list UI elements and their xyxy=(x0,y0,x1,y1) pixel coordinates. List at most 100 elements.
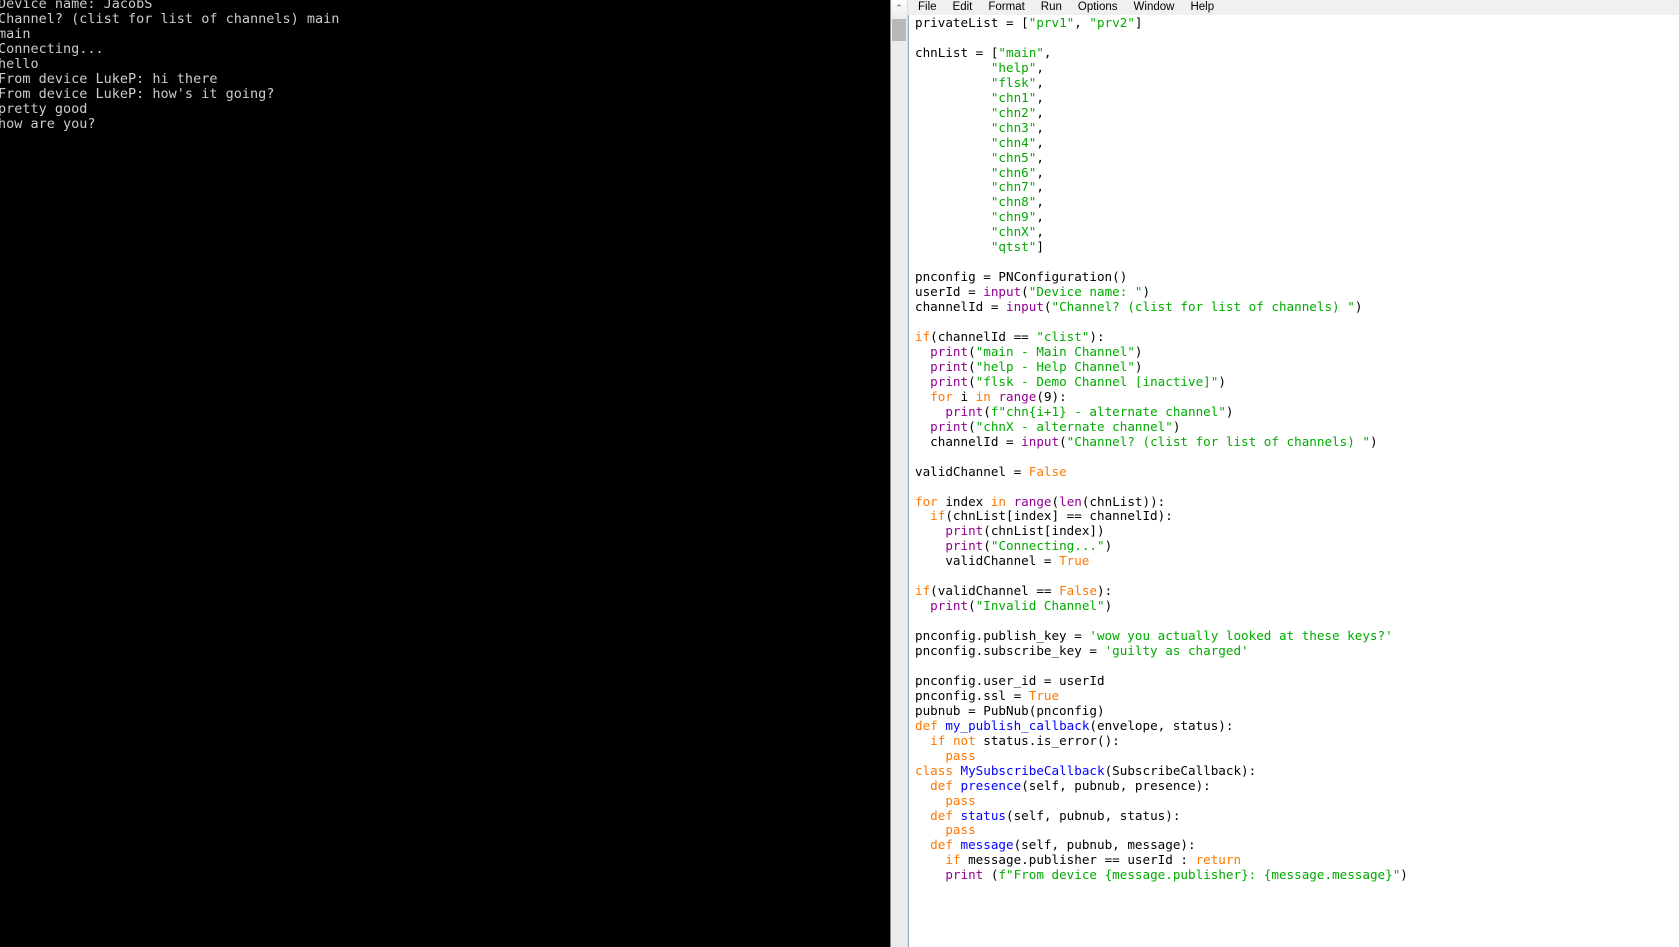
code-line xyxy=(915,480,1408,495)
code-token-keyword: in xyxy=(976,389,991,404)
code-token-string: "help" xyxy=(991,60,1037,75)
code-token-plain: pnconfig.user_id = userId xyxy=(915,673,1105,688)
code-token-plain: , xyxy=(1036,165,1044,180)
code-token-string: "qtst" xyxy=(991,239,1037,254)
code-line: "chnX", xyxy=(915,225,1408,240)
code-token-plain xyxy=(915,852,945,867)
code-token-plain xyxy=(915,374,930,389)
code-token-plain: ) xyxy=(1226,404,1234,419)
menu-item-help[interactable]: Help xyxy=(1182,0,1222,15)
code-token-plain xyxy=(953,778,961,793)
code-token-keyword: True xyxy=(1059,553,1089,568)
code-line: pnconfig.user_id = userId xyxy=(915,674,1408,689)
code-line: if message.publisher == userId : return xyxy=(915,853,1408,868)
code-token-string: "chn7" xyxy=(991,179,1037,194)
code-token-plain xyxy=(915,822,945,837)
code-line: print("chnX - alternate channel") xyxy=(915,420,1408,435)
code-token-builtin: input xyxy=(983,284,1021,299)
python-console-window[interactable]: Device name: JacobSChannel? (clist for l… xyxy=(0,0,890,947)
menu-item-edit[interactable]: Edit xyxy=(945,0,981,15)
menu-item-format[interactable]: Format xyxy=(980,0,1032,15)
code-token-plain: ( xyxy=(1044,299,1052,314)
code-token-plain: , xyxy=(1036,179,1044,194)
code-token-keyword: return xyxy=(1196,852,1242,867)
console-line: how are you? xyxy=(0,117,339,132)
code-token-plain xyxy=(953,808,961,823)
code-token-string: "Invalid Channel" xyxy=(976,598,1105,613)
code-line: if(chnList[index] == channelId): xyxy=(915,509,1408,524)
code-line xyxy=(915,255,1408,270)
code-token-plain: ( xyxy=(1059,434,1067,449)
scrollbar-track[interactable] xyxy=(891,17,907,947)
scroll-up-arrow-icon[interactable]: ⌃ xyxy=(891,0,907,17)
code-token-plain: ( xyxy=(983,867,998,882)
code-token-plain: ) xyxy=(1105,598,1113,613)
code-token-string: "flsk - Demo Channel [inactive]" xyxy=(976,374,1219,389)
code-token-builtin: print xyxy=(930,419,968,434)
code-token-plain: ) xyxy=(1135,344,1143,359)
code-token-string: "chn8" xyxy=(991,194,1037,209)
code-line xyxy=(915,569,1408,584)
code-token-keyword: if xyxy=(945,852,960,867)
code-token-plain: pnconfig = PNConfiguration() xyxy=(915,269,1127,284)
code-token-plain: ) xyxy=(1143,284,1151,299)
scrollbar-thumb[interactable] xyxy=(892,19,906,41)
code-token-keyword: pass xyxy=(945,793,975,808)
code-token-plain: ( xyxy=(1052,494,1060,509)
code-token-plain xyxy=(953,837,961,852)
code-token-definition: message xyxy=(961,837,1014,852)
menu-item-run[interactable]: Run xyxy=(1033,0,1070,15)
code-token-plain xyxy=(915,404,945,419)
code-token-plain: (self, pubnub, status): xyxy=(1006,808,1180,823)
code-token-string: f"chn{i+1} - alternate channel" xyxy=(991,404,1226,419)
console-output-text: Device name: JacobSChannel? (clist for l… xyxy=(0,0,339,146)
code-token-string: "chn6" xyxy=(991,165,1037,180)
code-token-string: "Connecting..." xyxy=(991,538,1105,553)
menu-item-options[interactable]: Options xyxy=(1070,0,1126,15)
code-line: "chn8", xyxy=(915,195,1408,210)
code-token-plain: ] xyxy=(1036,239,1044,254)
python-idle-editor-window[interactable]: ⌃ FileEditFormatRunOptionsWindowHelp pri… xyxy=(890,0,1679,947)
code-token-plain: ) xyxy=(1135,359,1143,374)
code-token-plain: ): xyxy=(1097,583,1112,598)
code-line: "chn4", xyxy=(915,136,1408,151)
code-line: print("help - Help Channel") xyxy=(915,360,1408,375)
code-token-builtin: print xyxy=(930,359,968,374)
menu-item-file[interactable]: File xyxy=(910,0,945,15)
code-token-plain xyxy=(915,60,991,75)
code-token-string: "chnX - alternate channel" xyxy=(976,419,1173,434)
code-token-keyword: False xyxy=(1029,464,1067,479)
code-token-plain xyxy=(915,179,991,194)
code-token-keyword: def xyxy=(915,718,938,733)
code-token-builtin: print xyxy=(945,523,983,538)
code-token-string: "chn1" xyxy=(991,90,1037,105)
code-token-keyword: False xyxy=(1059,583,1097,598)
code-line: print("Connecting...") xyxy=(915,539,1408,554)
code-line: print("Invalid Channel") xyxy=(915,599,1408,614)
code-line: privateList = ["prv1", "prv2"] xyxy=(915,16,1408,31)
code-token-plain xyxy=(915,224,991,239)
code-token-plain: , xyxy=(1036,60,1044,75)
code-token-string: "flsk" xyxy=(991,75,1037,90)
code-token-keyword: if xyxy=(915,583,930,598)
console-line: From device LukeP: how's it going? xyxy=(0,87,339,102)
code-token-string: "Channel? (clist for list of channels) " xyxy=(1052,299,1355,314)
code-token-plain xyxy=(915,389,930,404)
code-editor-area[interactable]: privateList = ["prv1", "prv2"] chnList =… xyxy=(908,15,1679,947)
code-token-string: "clist" xyxy=(1036,329,1089,344)
code-token-plain xyxy=(915,359,930,374)
menu-item-window[interactable]: Window xyxy=(1126,0,1183,15)
code-token-keyword: class xyxy=(915,763,953,778)
code-token-keyword: for xyxy=(915,494,938,509)
code-token-plain: (9): xyxy=(1036,389,1066,404)
code-token-plain xyxy=(915,75,991,90)
code-token-string: 'wow you actually looked at these keys?' xyxy=(1089,628,1392,643)
code-token-plain: message.publisher == userId : xyxy=(961,852,1196,867)
code-token-plain: ): xyxy=(1089,329,1104,344)
code-token-plain xyxy=(915,733,930,748)
code-token-plain: ) xyxy=(1218,374,1226,389)
code-line: validChannel = True xyxy=(915,554,1408,569)
editor-vertical-scrollbar[interactable]: ⌃ xyxy=(891,0,908,947)
code-line: chnList = ["main", xyxy=(915,46,1408,61)
code-token-keyword: not xyxy=(953,733,976,748)
